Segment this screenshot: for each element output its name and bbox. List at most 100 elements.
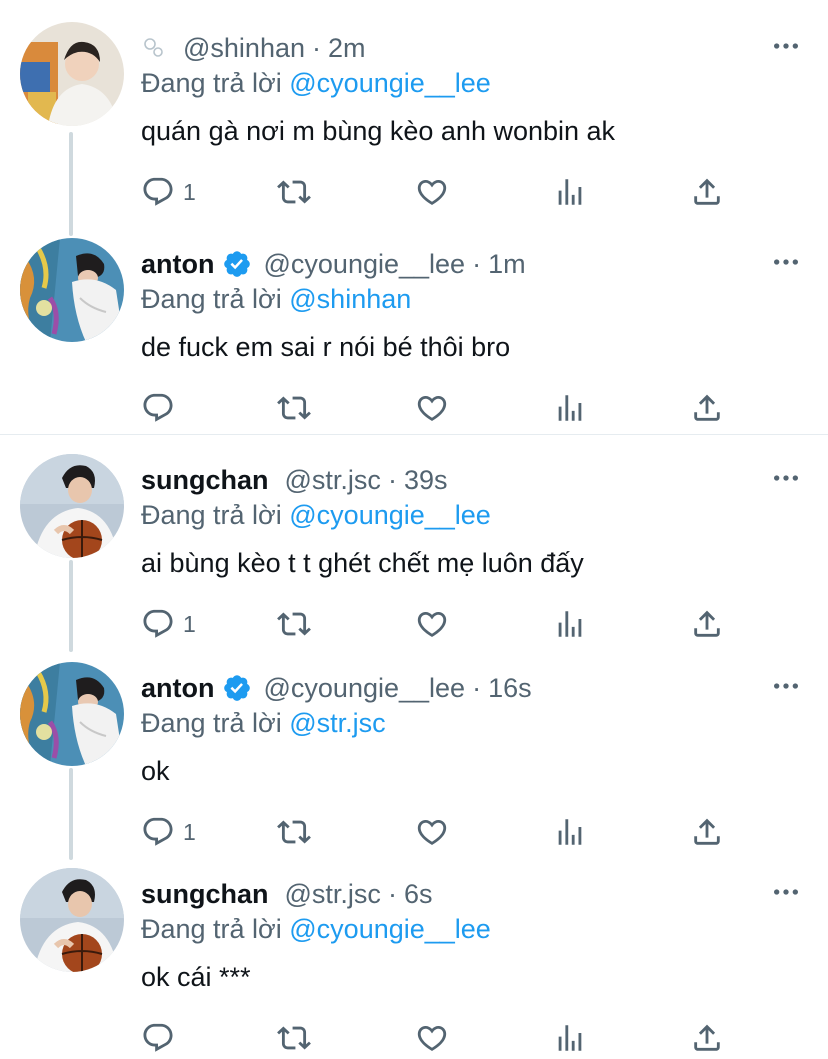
timestamp[interactable]: 6s xyxy=(404,879,433,910)
replying-to-label: Đang trả lời xyxy=(141,500,290,530)
tweet-text: ok xyxy=(141,756,170,786)
timestamp[interactable]: 16s xyxy=(488,673,532,704)
user-handle[interactable]: @cyoungie__lee xyxy=(264,673,466,704)
share-icon xyxy=(690,1021,724,1055)
timestamp[interactable]: 2m xyxy=(328,33,366,64)
replying-to: Đang trả lời @shinhan xyxy=(141,284,411,315)
reply-button[interactable]: 1 xyxy=(141,172,196,212)
analytics-button[interactable] xyxy=(553,604,587,644)
more-options-icon[interactable] xyxy=(770,876,802,908)
timestamp[interactable]: 1m xyxy=(488,249,526,280)
tweet-header: anton @cyoungie__lee · 16s xyxy=(141,668,532,708)
user-handle[interactable]: @cyoungie__lee xyxy=(264,249,466,280)
separator-dot: · xyxy=(387,878,397,909)
analytics-icon xyxy=(553,175,587,209)
mention-link[interactable]: @cyoungie__lee xyxy=(289,914,491,944)
retweet-button[interactable] xyxy=(277,604,311,644)
more-options-icon[interactable] xyxy=(770,246,802,278)
user-handle[interactable]: @str.jsc xyxy=(285,465,381,496)
tweet-header: sungchan @str.jsc · 39s xyxy=(141,460,447,500)
reply-icon xyxy=(141,1021,175,1055)
display-name[interactable]: sungchan xyxy=(141,465,269,496)
retweet-icon xyxy=(277,607,311,641)
tweet[interactable]: sungchan @str.jsc · 6s Đang trả lời @cyo… xyxy=(0,846,828,1059)
reply-button[interactable] xyxy=(141,1018,183,1058)
tweet-header: sungchan @str.jsc · 6s xyxy=(141,874,432,914)
avatar[interactable] xyxy=(20,238,124,342)
reply-icon xyxy=(141,175,175,209)
analytics-button[interactable] xyxy=(553,388,587,428)
user-handle[interactable]: @shinhan xyxy=(183,33,305,64)
avatar[interactable] xyxy=(20,662,124,766)
display-name[interactable]: anton xyxy=(141,249,215,280)
mention-link[interactable]: @cyoungie__lee xyxy=(289,500,491,530)
replying-to: Đang trả lời @str.jsc xyxy=(141,708,386,739)
share-button[interactable] xyxy=(690,172,724,212)
analytics-icon xyxy=(553,815,587,849)
user-handle[interactable]: @str.jsc xyxy=(285,879,381,910)
share-icon xyxy=(690,607,724,641)
timestamp[interactable]: 39s xyxy=(404,465,448,496)
separator-dot: · xyxy=(387,464,397,495)
analytics-icon xyxy=(553,607,587,641)
tweet-text: ok cái *** xyxy=(141,962,251,992)
avatar[interactable] xyxy=(20,454,124,558)
tweet-header: @shinhan · 2m xyxy=(141,28,366,68)
tweet-text: ai bùng kèo t t ghét chết mẹ luôn đấy xyxy=(141,548,584,578)
like-button[interactable] xyxy=(415,388,449,428)
tweet[interactable]: sungchan @str.jsc · 39s Đang trả lời @cy… xyxy=(0,432,828,642)
share-button[interactable] xyxy=(690,604,724,644)
tweet-actions xyxy=(141,388,741,428)
like-button[interactable] xyxy=(415,1018,449,1058)
separator-dot: · xyxy=(472,672,482,703)
verified-badge-icon xyxy=(222,673,252,703)
more-options-icon[interactable] xyxy=(770,30,802,62)
reply-button[interactable]: 1 xyxy=(141,604,196,644)
more-options-icon[interactable] xyxy=(770,462,802,494)
mention-link[interactable]: @cyoungie__lee xyxy=(289,68,491,98)
mention-link[interactable]: @shinhan xyxy=(289,284,411,314)
retweet-button[interactable] xyxy=(277,1018,311,1058)
tweet[interactable]: anton @cyoungie__lee · 16s Đang trả lời … xyxy=(0,640,828,850)
replying-to: Đang trả lời @cyoungie__lee xyxy=(141,500,491,531)
tweet[interactable]: anton @cyoungie__lee · 1m Đang trả lời @… xyxy=(0,216,828,432)
like-icon xyxy=(415,1021,449,1055)
tweet-actions: 1 xyxy=(141,604,741,644)
reply-count: 1 xyxy=(183,610,196,637)
tweet-actions xyxy=(141,1018,741,1058)
retweet-icon xyxy=(277,1021,311,1055)
like-icon xyxy=(415,175,449,209)
share-icon xyxy=(690,815,724,849)
share-button[interactable] xyxy=(690,388,724,428)
analytics-button[interactable] xyxy=(553,172,587,212)
avatar[interactable] xyxy=(20,868,124,972)
reply-icon xyxy=(141,391,175,425)
replying-to-label: Đang trả lời xyxy=(141,68,290,98)
tweet[interactable]: @shinhan · 2m Đang trả lời @cyoungie__le… xyxy=(0,0,828,226)
avatar[interactable] xyxy=(20,22,124,126)
retweet-icon xyxy=(277,175,311,209)
reply-button[interactable] xyxy=(141,388,183,428)
like-button[interactable] xyxy=(415,604,449,644)
like-button[interactable] xyxy=(415,172,449,212)
retweet-icon xyxy=(277,815,311,849)
replying-to-label: Đang trả lời xyxy=(141,914,290,944)
reply-icon xyxy=(141,607,175,641)
analytics-button[interactable] xyxy=(553,1018,587,1058)
tweet-text: de fuck em sai r nói bé thôi bro xyxy=(141,332,511,362)
more-options-icon[interactable] xyxy=(770,670,802,702)
display-name[interactable]: sungchan xyxy=(141,879,269,910)
retweet-button[interactable] xyxy=(277,172,311,212)
separator-dot: · xyxy=(472,248,482,279)
tweet-header: anton @cyoungie__lee · 1m xyxy=(141,244,526,284)
share-button[interactable] xyxy=(690,1018,724,1058)
analytics-icon xyxy=(553,391,587,425)
display-name[interactable]: anton xyxy=(141,673,215,704)
tweet-text: quán gà nơi m bùng kèo anh wonbin ak xyxy=(141,116,616,146)
replying-to-label: Đang trả lời xyxy=(141,708,290,738)
reply-count: 1 xyxy=(183,178,196,205)
handshake-icon xyxy=(144,38,163,57)
retweet-button[interactable] xyxy=(277,388,311,428)
mention-link[interactable]: @str.jsc xyxy=(289,708,385,738)
reply-count: 1 xyxy=(183,818,196,845)
